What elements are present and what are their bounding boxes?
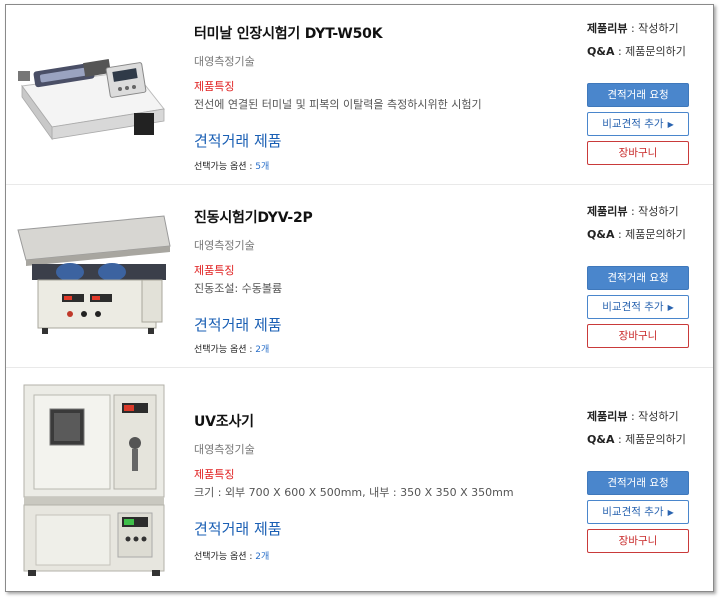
review-row: 제품리뷰 : 작성하기	[587, 411, 691, 423]
cart-label: 장바구니	[618, 535, 658, 547]
options-label: 선택가능 옵션 :	[194, 345, 256, 355]
qa-row: Q&A : 제품문의하기	[587, 434, 691, 446]
review-row: 제품리뷰 : 작성하기	[587, 206, 691, 218]
qa-label: Q&A	[587, 228, 615, 241]
product-item: UV조사기 대영측정기술 제품특징 크기 : 외부 700 X 600 X 50…	[6, 369, 713, 592]
product-inquiry-link[interactable]: : 제품문의하기	[614, 433, 686, 446]
quote-request-label: 견적거래 요청	[607, 89, 669, 101]
tensile-tester-image[interactable]	[14, 31, 174, 149]
quote-product-link[interactable]: 견적거래 제품	[194, 130, 574, 151]
options-count: 선택가능 옵션 : 2개	[194, 549, 269, 562]
quote-request-label: 견적거래 요청	[607, 272, 669, 284]
product-name[interactable]: 진동시험기DYV-2P	[194, 207, 574, 227]
add-compare-button[interactable]: 비교견적 추가 ▶	[587, 112, 689, 136]
cart-button[interactable]: 장바구니	[587, 529, 689, 553]
product-inquiry-link[interactable]: : 제품문의하기	[614, 45, 686, 58]
product-actions: 제품리뷰 : 작성하기 Q&A : 제품문의하기 견적거래 요청 비교견적 추가…	[587, 23, 691, 165]
options-count-value[interactable]: 5개	[255, 162, 269, 172]
product-info: 터미날 인장시험기 DYT-W50K 대영측정기술 제품특징 전선에 연결된 터…	[194, 23, 574, 151]
triangle-right-icon: ▶	[667, 120, 674, 129]
review-row: 제품리뷰 : 작성하기	[587, 23, 691, 35]
product-list: 터미날 인장시험기 DYT-W50K 대영측정기술 제품특징 전선에 연결된 터…	[5, 4, 714, 592]
product-info: UV조사기 대영측정기술 제품특징 크기 : 외부 700 X 600 X 50…	[194, 411, 574, 539]
cart-label: 장바구니	[618, 330, 658, 342]
feature-text: 크기 : 외부 700 X 600 X 500mm, 내부 : 350 X 35…	[194, 486, 514, 499]
review-label: 제품리뷰	[587, 205, 628, 218]
feature-title: 제품특징	[194, 80, 235, 93]
feature-title: 제품특징	[194, 264, 235, 277]
vibration-tester-image[interactable]	[14, 208, 174, 338]
qa-label: Q&A	[587, 45, 615, 58]
triangle-right-icon: ▶	[667, 508, 674, 517]
product-name[interactable]: 터미날 인장시험기 DYT-W50K	[194, 23, 574, 43]
product-item: 터미날 인장시험기 DYT-W50K 대영측정기술 제품특징 전선에 연결된 터…	[6, 5, 713, 185]
add-compare-label: 비교견적 추가	[602, 506, 664, 518]
options-label: 선택가능 옵션 :	[194, 552, 256, 562]
qa-label: Q&A	[587, 433, 615, 446]
feature-text: 진동조설: 수동볼륨	[194, 282, 283, 295]
add-compare-button[interactable]: 비교견적 추가 ▶	[587, 500, 689, 524]
add-compare-button[interactable]: 비교견적 추가 ▶	[587, 295, 689, 319]
tensile-tester-icon	[14, 31, 174, 149]
options-count-value[interactable]: 2개	[255, 552, 269, 562]
write-review-link[interactable]: : 작성하기	[627, 22, 679, 35]
options-label: 선택가능 옵션 :	[194, 162, 256, 172]
feature-text: 전선에 연결된 터미널 및 피복의 이탈력을 측정하시위한 시험기	[194, 98, 482, 111]
feature-title: 제품특징	[194, 468, 235, 481]
product-maker: 대영측정기술	[194, 239, 255, 252]
product-inquiry-link[interactable]: : 제품문의하기	[614, 228, 686, 241]
vibration-tester-icon	[14, 208, 174, 338]
quote-request-button[interactable]: 견적거래 요청	[587, 266, 689, 290]
triangle-right-icon: ▶	[667, 303, 674, 312]
add-compare-label: 비교견적 추가	[602, 118, 664, 130]
quote-product-link[interactable]: 견적거래 제품	[194, 314, 574, 335]
product-actions: 제품리뷰 : 작성하기 Q&A : 제품문의하기 견적거래 요청 비교견적 추가…	[587, 206, 691, 348]
options-count: 선택가능 옵션 : 5개	[194, 159, 269, 172]
write-review-link[interactable]: : 작성하기	[627, 410, 679, 423]
add-compare-label: 비교견적 추가	[602, 301, 664, 313]
uv-chamber-icon	[14, 381, 174, 577]
options-count-value[interactable]: 2개	[255, 345, 269, 355]
qa-row: Q&A : 제품문의하기	[587, 46, 691, 58]
cart-label: 장바구니	[618, 147, 658, 159]
quote-product-link[interactable]: 견적거래 제품	[194, 518, 574, 539]
cart-button[interactable]: 장바구니	[587, 324, 689, 348]
uv-chamber-image[interactable]	[14, 381, 174, 577]
quote-request-button[interactable]: 견적거래 요청	[587, 83, 689, 107]
qa-row: Q&A : 제품문의하기	[587, 229, 691, 241]
quote-request-button[interactable]: 견적거래 요청	[587, 471, 689, 495]
product-maker: 대영측정기술	[194, 55, 255, 68]
product-actions: 제품리뷰 : 작성하기 Q&A : 제품문의하기 견적거래 요청 비교견적 추가…	[587, 411, 691, 553]
cart-button[interactable]: 장바구니	[587, 141, 689, 165]
write-review-link[interactable]: : 작성하기	[627, 205, 679, 218]
quote-request-label: 견적거래 요청	[607, 477, 669, 489]
product-item: 진동시험기DYV-2P 대영측정기술 제품특징 진동조설: 수동볼륨 견적거래 …	[6, 186, 713, 368]
product-maker: 대영측정기술	[194, 443, 255, 456]
review-label: 제품리뷰	[587, 410, 628, 423]
review-label: 제품리뷰	[587, 22, 628, 35]
product-info: 진동시험기DYV-2P 대영측정기술 제품특징 진동조설: 수동볼륨 견적거래 …	[194, 207, 574, 335]
product-name[interactable]: UV조사기	[194, 411, 574, 431]
options-count: 선택가능 옵션 : 2개	[194, 342, 269, 355]
